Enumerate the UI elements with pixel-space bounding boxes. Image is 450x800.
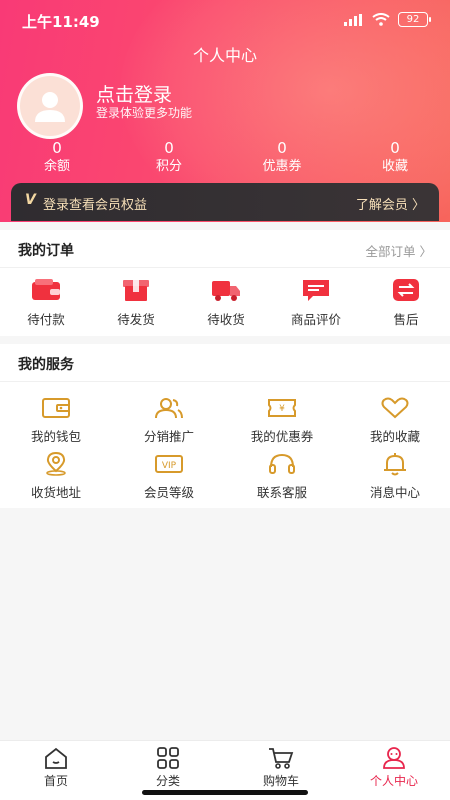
service-label: 会员等级: [143, 485, 194, 500]
stat-favorites[interactable]: 0 收藏: [350, 138, 440, 176]
login-subtitle: 登录体验更多功能: [96, 106, 193, 120]
bell-icon: [384, 453, 406, 476]
learn-membership-link[interactable]: 了解会员 〉: [356, 194, 425, 213]
service-messages[interactable]: 消息中心: [345, 452, 445, 501]
orders-header: 我的订单 全部订单 〉: [0, 230, 450, 268]
status-icons: 92: [344, 12, 431, 27]
member-banner-text: 登录查看会员权益: [43, 198, 148, 213]
comment-icon: [303, 280, 329, 301]
service-label: 我的收藏: [369, 429, 420, 444]
status-bar: 上午11:49 92: [0, 0, 450, 40]
stat-value: 0: [52, 139, 62, 157]
service-label: 我的优惠券: [250, 429, 314, 444]
exchange-icon: [393, 279, 419, 301]
home-icon: [45, 747, 67, 769]
stat-label: 余额: [43, 159, 70, 174]
member-banner[interactable]: V 登录查看会员权益 了解会员 〉: [11, 183, 439, 221]
service-address[interactable]: 收货地址: [6, 452, 106, 501]
orders-card: 我的订单 全部订单 〉 待付款 待发货 待收货 商品评价 售后: [0, 230, 450, 336]
stat-label: 收藏: [381, 159, 408, 174]
stats-row: 0 余额 0 积分 0 优惠券 0 收藏: [0, 138, 450, 178]
all-orders-link[interactable]: 全部订单 〉: [366, 241, 432, 260]
box-icon: [123, 280, 149, 301]
service-membership-level[interactable]: VIP 会员等级: [119, 452, 219, 501]
order-pending-receipt[interactable]: 待收货: [186, 278, 266, 328]
stat-balance[interactable]: 0 余额: [12, 138, 102, 176]
stat-value: 0: [277, 139, 287, 157]
service-favorites[interactable]: 我的收藏: [345, 396, 445, 445]
user-icon: [383, 747, 405, 769]
order-label: 售后: [393, 312, 419, 327]
status-time: 上午11:49: [22, 13, 100, 31]
tab-label: 分类: [155, 774, 180, 788]
stat-value: 0: [390, 139, 400, 157]
services-title: 我的服务: [18, 357, 74, 373]
tab-label: 首页: [43, 774, 68, 788]
orders-title: 我的订单: [18, 243, 74, 259]
order-label: 商品评价: [290, 312, 341, 327]
tab-profile[interactable]: 个人中心: [338, 746, 450, 789]
home-indicator[interactable]: [142, 790, 308, 795]
wallet-outline-icon: [42, 398, 70, 418]
service-label: 收货地址: [30, 485, 81, 500]
login-title[interactable]: 点击登录: [96, 80, 172, 107]
service-coupons[interactable]: ¥ 我的优惠券: [232, 396, 332, 445]
headset-icon: [269, 453, 295, 474]
order-pending-shipment[interactable]: 待发货: [96, 278, 176, 328]
stat-value: 0: [164, 139, 174, 157]
order-review[interactable]: 商品评价: [276, 278, 356, 328]
stat-label: 积分: [155, 159, 182, 174]
truck-icon: [212, 281, 240, 301]
service-distribution[interactable]: 分销推广: [119, 396, 219, 445]
svg-text:¥: ¥: [279, 404, 285, 414]
coupon-icon: ¥: [268, 399, 296, 417]
vip-badge-icon: V: [25, 192, 36, 208]
wifi-icon: [372, 13, 390, 26]
people-icon: [155, 398, 183, 419]
signal-icon: [344, 13, 362, 26]
location-icon: [46, 452, 66, 476]
grid-icon: [157, 747, 179, 769]
tab-label: 个人中心: [369, 774, 418, 788]
service-customer-support[interactable]: 联系客服: [232, 452, 332, 501]
stat-points[interactable]: 0 积分: [124, 138, 214, 176]
tab-cart[interactable]: 购物车: [225, 746, 337, 789]
stat-label: 优惠券: [262, 159, 302, 174]
tab-label: 购物车: [262, 774, 299, 788]
service-label: 消息中心: [369, 485, 420, 500]
services-header: 我的服务: [0, 344, 450, 382]
order-label: 待收货: [207, 312, 245, 327]
stat-coupons[interactable]: 0 优惠券: [237, 138, 327, 176]
avatar[interactable]: [17, 73, 83, 139]
service-wallet[interactable]: 我的钱包: [6, 396, 106, 445]
order-label: 待发货: [117, 312, 155, 327]
tab-home[interactable]: 首页: [0, 746, 112, 789]
heart-icon: [381, 397, 409, 419]
svg-text:VIP: VIP: [162, 461, 177, 471]
service-label: 联系客服: [256, 485, 307, 500]
vip-icon: VIP: [155, 455, 183, 473]
wallet-icon: [32, 279, 60, 300]
page-title: 个人中心: [192, 46, 257, 65]
services-card: 我的服务 我的钱包 分销推广 ¥ 我的优惠券 我的收藏 收货地址 VIP 会员等…: [0, 344, 450, 508]
cart-icon: [269, 748, 294, 769]
service-label: 我的钱包: [30, 429, 81, 444]
battery-icon: 92: [398, 12, 431, 27]
default-avatar-icon: [35, 92, 65, 122]
service-label: 分销推广: [143, 429, 194, 444]
profile-header: 上午11:49 92 个人中心 点击登录 登录体验更多功能 0 余额 0 积分 …: [0, 0, 450, 222]
order-label: 待付款: [27, 312, 65, 327]
order-pending-payment[interactable]: 待付款: [6, 278, 86, 328]
order-after-sales[interactable]: 售后: [366, 278, 446, 328]
tab-category[interactable]: 分类: [112, 746, 224, 789]
